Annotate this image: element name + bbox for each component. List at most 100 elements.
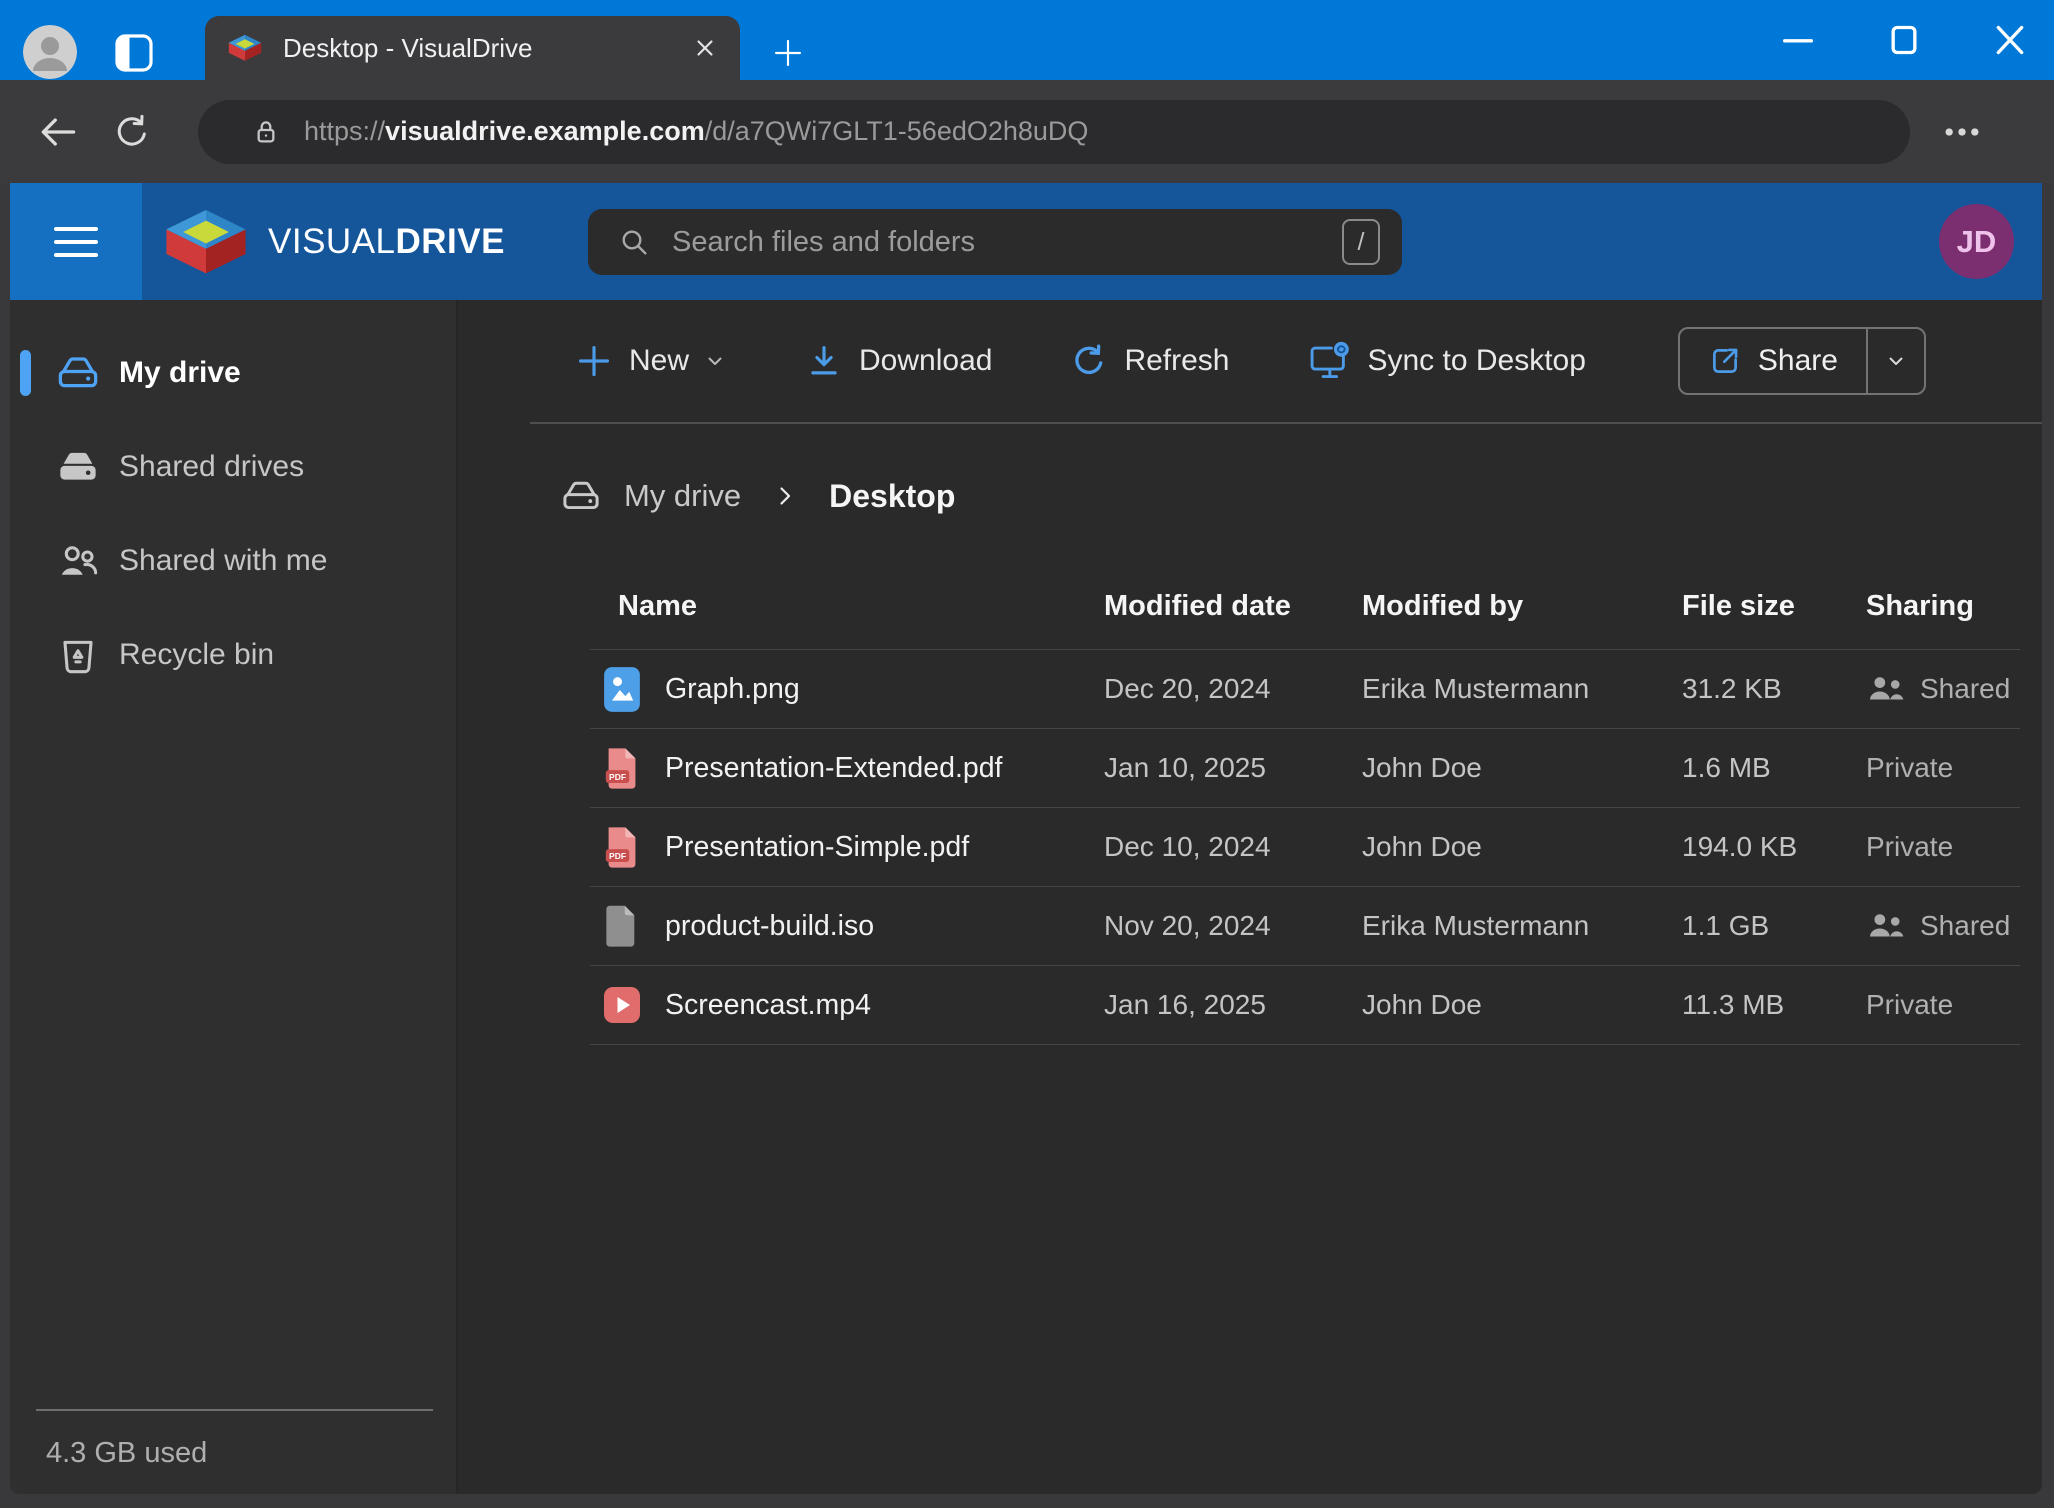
column-header-modified-by[interactable]: Modified by xyxy=(1362,590,1682,623)
cell-file-size: 31.2 KB xyxy=(1682,673,1866,705)
close-window-icon[interactable] xyxy=(1990,20,2030,60)
plus-icon xyxy=(575,342,613,380)
table-row[interactable]: PDF Presentation-Simple.pdf Dec 10, 2024… xyxy=(590,808,2020,887)
shared-drives-icon xyxy=(55,444,101,490)
table-row[interactable]: PDF Presentation-Extended.pdf Jan 10, 20… xyxy=(590,729,2020,808)
search-box[interactable]: / xyxy=(588,209,1402,275)
share-dropdown-button[interactable] xyxy=(1866,329,1924,393)
sidebar-item-recycle-bin[interactable]: Recycle bin xyxy=(10,608,456,702)
brand: VISUALDRIVE xyxy=(162,203,505,281)
file-name: Presentation-Simple.pdf xyxy=(665,831,969,864)
maximize-icon[interactable] xyxy=(1884,20,1924,60)
new-button-label: New xyxy=(629,344,689,378)
cell-modified-date: Jan 10, 2025 xyxy=(1104,752,1362,784)
shared-people-icon xyxy=(1866,674,1906,704)
pdf-file-icon: PDF xyxy=(603,745,641,791)
visualdrive-logo xyxy=(162,203,250,281)
browser-tab[interactable]: Desktop - VisualDrive xyxy=(205,16,740,80)
chevron-down-icon xyxy=(1884,349,1908,373)
share-button[interactable]: Share xyxy=(1680,329,1866,393)
column-header-name[interactable]: Name xyxy=(590,590,1104,623)
url-protocol: https:// xyxy=(304,116,385,146)
cell-modified-by: Erika Mustermann xyxy=(1362,910,1682,942)
app-header: VISUALDRIVE / JD xyxy=(10,183,2042,300)
tab-close-icon[interactable] xyxy=(692,35,718,61)
refresh-button[interactable]: Refresh xyxy=(1070,342,1229,380)
table-row[interactable]: Graph.png Dec 20, 2024 Erika Mustermann … xyxy=(590,650,2020,729)
sharing-status: Shared xyxy=(1920,910,2010,942)
cell-sharing: Private xyxy=(1866,752,2020,784)
lock-icon[interactable] xyxy=(250,116,282,148)
refresh-icon xyxy=(1070,342,1108,380)
minimize-icon[interactable] xyxy=(1778,20,1818,60)
file-name: Screencast.mp4 xyxy=(665,989,871,1022)
cell-modified-by: John Doe xyxy=(1362,831,1682,863)
address-bar[interactable]: https://visualdrive.example.com/d/a7QWi7… xyxy=(198,100,1910,164)
download-icon xyxy=(805,342,843,380)
browser-menu-icon[interactable] xyxy=(1940,110,1984,154)
sidebar-item-shared-with-me[interactable]: Shared with me xyxy=(10,514,456,608)
download-button[interactable]: Download xyxy=(805,342,992,380)
visualdrive-favicon xyxy=(227,32,263,64)
browser-profile-icon[interactable] xyxy=(23,25,77,79)
table-header: Name Modified date Modified by File size… xyxy=(590,564,2020,650)
user-avatar[interactable]: JD xyxy=(1939,204,2014,279)
chevron-down-icon xyxy=(703,349,727,373)
cell-modified-date: Dec 20, 2024 xyxy=(1104,673,1362,705)
browser-navbar: https://visualdrive.example.com/d/a7QWi7… xyxy=(0,80,2054,183)
main-content: New Download xyxy=(458,300,2042,1494)
table-row[interactable]: Screencast.mp4 Jan 16, 2025 John Doe 11.… xyxy=(590,966,2020,1045)
cell-sharing: Private xyxy=(1866,831,2020,863)
cell-modified-date: Nov 20, 2024 xyxy=(1104,910,1362,942)
browser-refresh-icon[interactable] xyxy=(112,112,152,152)
share-icon xyxy=(1708,344,1742,378)
new-button[interactable]: New xyxy=(575,342,727,380)
sidebar-item-label: Shared with me xyxy=(119,544,327,578)
app-body: My drive Shared drives Shared with me xyxy=(10,300,2042,1494)
cell-modified-by: Erika Mustermann xyxy=(1362,673,1682,705)
share-split-button: Share xyxy=(1678,327,1926,395)
browser-window: Desktop - VisualDrive xyxy=(0,0,2054,1508)
recycle-bin-icon xyxy=(55,632,101,678)
sync-to-desktop-button[interactable]: Sync to Desktop xyxy=(1307,341,1585,381)
cell-file-size: 194.0 KB xyxy=(1682,831,1866,863)
search-icon xyxy=(618,226,650,258)
storage-used: 4.3 GB used xyxy=(46,1437,456,1470)
chevron-right-icon xyxy=(773,484,797,508)
drive-icon xyxy=(560,475,602,517)
new-tab-icon[interactable] xyxy=(772,37,804,69)
svg-text:PDF: PDF xyxy=(609,851,626,861)
sidebar-item-label: Recycle bin xyxy=(119,638,274,672)
column-header-modified-date[interactable]: Modified date xyxy=(1104,590,1362,623)
toolbar-divider xyxy=(530,422,2042,424)
sidebar-item-shared-drives[interactable]: Shared drives xyxy=(10,420,456,514)
shared-people-icon xyxy=(1866,911,1906,941)
table-row[interactable]: product-build.iso Nov 20, 2024 Erika Mus… xyxy=(590,887,2020,966)
cell-modified-date: Dec 10, 2024 xyxy=(1104,831,1362,863)
search-input[interactable] xyxy=(672,226,1342,259)
hamburger-menu-button[interactable] xyxy=(10,183,142,300)
file-table: Name Modified date Modified by File size… xyxy=(590,564,2020,1045)
cell-sharing: Shared xyxy=(1866,910,2020,942)
column-header-sharing[interactable]: Sharing xyxy=(1866,590,2020,623)
cell-sharing: Private xyxy=(1866,989,2020,1021)
download-button-label: Download xyxy=(859,344,992,378)
file-name: Graph.png xyxy=(665,673,800,706)
breadcrumb-root[interactable]: My drive xyxy=(624,478,741,514)
sidebar-item-label: My drive xyxy=(119,356,241,390)
tab-title: Desktop - VisualDrive xyxy=(283,33,692,64)
file-name: Presentation-Extended.pdf xyxy=(665,752,1002,785)
storage-divider xyxy=(36,1409,433,1411)
page-wrap: VISUALDRIVE / JD xyxy=(0,183,2054,1508)
url-path: /d/a7QWi7GLT1-56edO2h8uDQ xyxy=(705,116,1089,146)
back-icon[interactable] xyxy=(36,110,80,154)
cell-modified-date: Jan 16, 2025 xyxy=(1104,989,1362,1021)
sidebar-item-my-drive[interactable]: My drive xyxy=(10,326,456,420)
image-file-icon xyxy=(603,666,641,712)
toolbar: New Download xyxy=(458,300,2042,422)
column-header-file-size[interactable]: File size xyxy=(1682,590,1866,623)
drive-icon xyxy=(55,350,101,396)
cell-sharing: Shared xyxy=(1866,673,2020,705)
svg-text:PDF: PDF xyxy=(609,772,626,782)
workspaces-icon[interactable] xyxy=(114,33,154,73)
